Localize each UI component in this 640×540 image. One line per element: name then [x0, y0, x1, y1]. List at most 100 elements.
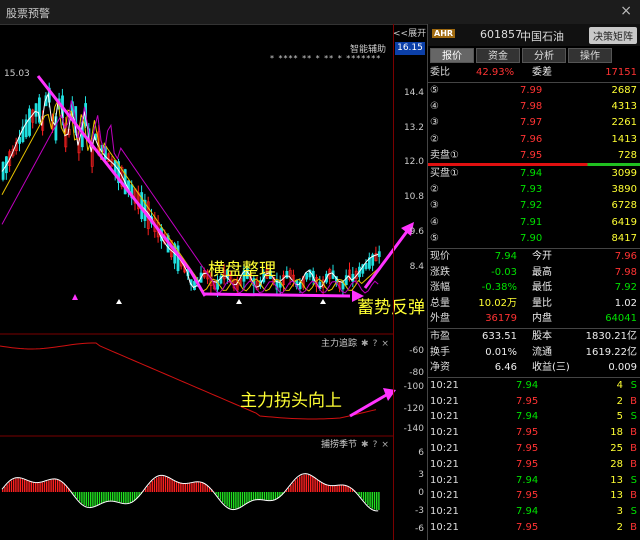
ask-level-label: ⑤ [430, 85, 439, 96]
stat-value: 10.02万 [478, 297, 517, 309]
macd-bar [233, 492, 235, 509]
macd-bar [230, 492, 233, 509]
macd-bar [94, 492, 96, 506]
stat-label: 涨幅 [430, 282, 450, 294]
bid-volume: 8417 [611, 232, 637, 244]
macd-bar [365, 492, 367, 503]
ask-volume: 2261 [611, 117, 637, 129]
trade-time: 10:21 [430, 427, 459, 439]
bid-volume: 3099 [611, 168, 637, 179]
ask-level-label: ④ [430, 101, 439, 113]
close-icon[interactable]: × [620, 3, 632, 19]
weicha-value: 17151 [605, 67, 637, 78]
decision-matrix-button[interactable]: 决策矩阵 [589, 27, 637, 44]
signal-stars: * **** ** * ** * ******* [270, 54, 382, 63]
macd-bar [37, 483, 39, 492]
stat-label: 总量 [430, 297, 450, 309]
trade-side: B [630, 427, 637, 439]
macd-bar [120, 492, 123, 503]
trade-row: 10:21 7.95 25 B [428, 441, 639, 457]
tab-funds[interactable]: 资金 [476, 48, 520, 63]
trade-price: 7.95 [516, 458, 539, 470]
close-icon[interactable]: × [381, 440, 389, 450]
trade-volume: 2 [616, 395, 623, 407]
gear-icon[interactable]: ✱ [361, 339, 369, 349]
macd-bar [112, 492, 114, 501]
macd-bar [109, 492, 112, 501]
macd-bar [156, 477, 158, 492]
tab-analysis[interactable]: 分析 [522, 48, 566, 63]
macd-bar [169, 478, 171, 492]
macd-bar [153, 479, 156, 492]
ask-price: 7.97 [520, 117, 543, 129]
candle-body [377, 251, 381, 257]
bid-price: 7.90 [520, 232, 543, 244]
tab-operate[interactable]: 操作 [568, 48, 612, 63]
macd-bar [296, 478, 299, 492]
fund-row: 净资 6.46 收益(三) 0.009 [428, 360, 639, 376]
trade-price: 7.95 [516, 427, 539, 439]
close-icon[interactable]: × [381, 339, 389, 349]
trade-row: 10:21 7.94 4 S [428, 378, 639, 394]
gear-icon[interactable]: ✱ [361, 440, 369, 450]
macd-bar [237, 492, 239, 508]
macd-bar [35, 482, 37, 492]
macd-bar [134, 492, 136, 501]
macd-bar [266, 492, 268, 500]
trade-volume: 3 [616, 506, 623, 518]
quote-header: AHR 601857 中国石油 决策矩阵 [428, 24, 640, 46]
trade-volume: 25 [610, 443, 623, 454]
macd-bar [79, 492, 81, 502]
bid-row: ③ 7.92 6728 [428, 198, 639, 214]
macd-bar [186, 483, 189, 492]
ind1-tick: -60 [409, 346, 424, 356]
help-icon[interactable]: ? [373, 440, 378, 450]
ind2-tick: -3 [415, 506, 424, 516]
macd-bar [193, 482, 195, 492]
macd-bar [294, 480, 296, 492]
macd-bar [147, 485, 149, 492]
macd-bar [272, 492, 274, 500]
macd-bar [32, 482, 35, 492]
macd-bar [85, 492, 87, 507]
annotation-sideways: 横盘整理 [208, 260, 276, 280]
macd-bar [171, 479, 173, 492]
expand-button[interactable]: <<展开 [393, 26, 426, 39]
macd-bar [334, 485, 336, 492]
macd-bar [74, 492, 76, 497]
macd-bar [371, 492, 373, 509]
macd-bar [321, 482, 323, 492]
macd-bar [327, 485, 329, 492]
fund-label: 股本 [532, 331, 552, 342]
macd-bar [30, 481, 32, 492]
ahr-badge[interactable]: AHR [432, 29, 456, 38]
trade-price: 7.95 [516, 443, 539, 454]
stat-label: 现价 [430, 251, 450, 262]
price-axis: 14.4 13.2 12.0 10.8 9.6 8.4 -60 -80 -100… [393, 24, 427, 540]
bid-level-label: ③ [430, 200, 439, 212]
ma-line-purple [1, 100, 379, 294]
fund-value: 1830.21亿 [585, 331, 637, 342]
macd-bar [167, 477, 169, 492]
price-tick: 8.4 [409, 262, 424, 272]
macd-bar [325, 484, 327, 492]
macd-bar [314, 478, 316, 492]
bid-row: 买盘① 7.94 3099 [428, 166, 639, 182]
macd-bar [39, 482, 41, 492]
macd-bar [8, 482, 10, 492]
macd-bar [21, 478, 24, 492]
bid-price: 7.91 [520, 216, 543, 228]
fund-row: 换手 0.01% 流通 1619.22亿 [428, 345, 639, 361]
tab-quote[interactable]: 报价 [430, 48, 474, 63]
price-tick: 10.8 [403, 192, 424, 202]
help-icon[interactable]: ? [373, 339, 378, 349]
fund-value: 1619.22亿 [585, 346, 637, 358]
macd-bar [4, 486, 6, 492]
indicator2-name: 捕捞季节 [321, 440, 358, 450]
stat-value: 7.98 [614, 266, 637, 278]
ind2-tick: 3 [418, 470, 424, 480]
kline-chart[interactable] [0, 24, 426, 540]
fund-label: 市盈 [430, 331, 450, 342]
macd-bar [123, 492, 125, 503]
trade-row: 10:21 7.95 13 B [428, 488, 639, 504]
